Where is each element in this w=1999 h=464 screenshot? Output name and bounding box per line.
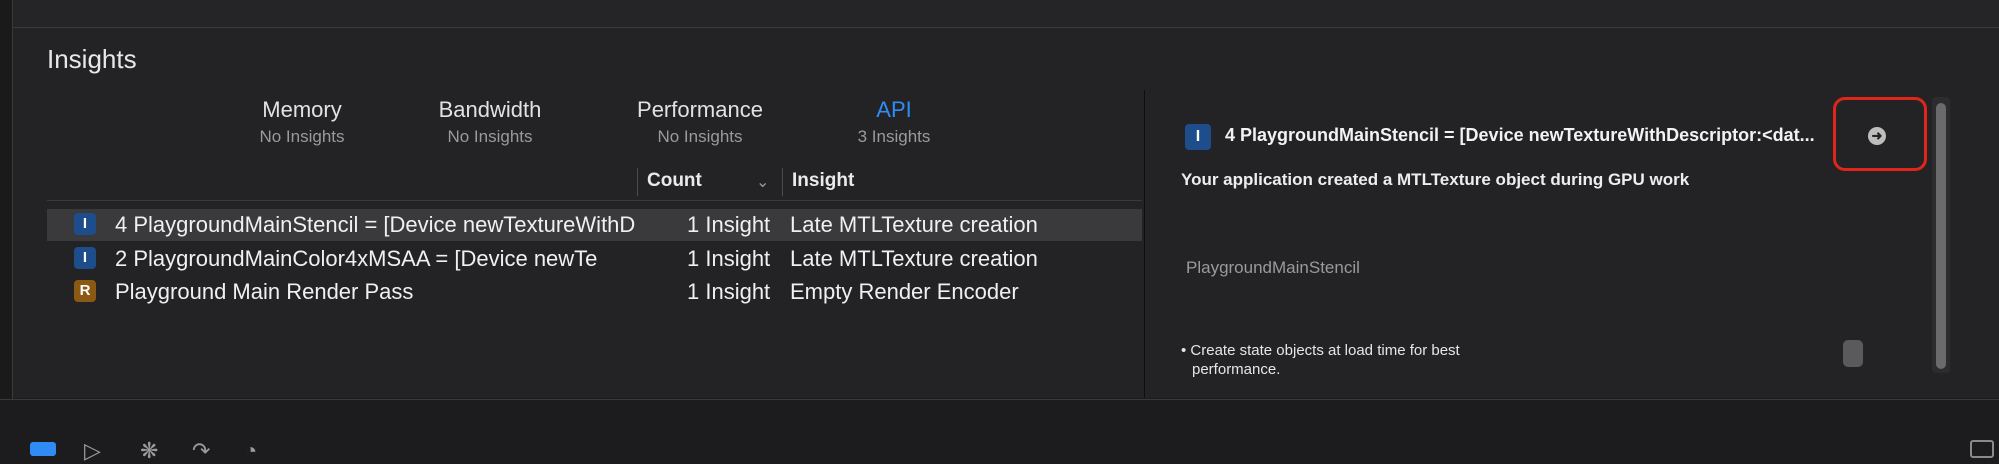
table-row[interactable]: R Playground Main Render Pass 1 Insight … [47, 276, 1142, 308]
column-separator [782, 168, 783, 196]
recommendation-bullet: • Create state objects at load time for … [1181, 341, 1460, 379]
bottom-toolbar [0, 399, 1999, 453]
row-name: 2 PlaygroundMainColor4xMSAA = [Device ne… [115, 246, 598, 271]
column-separator [637, 168, 638, 196]
tab-performance[interactable]: Performance No Insights [610, 97, 790, 147]
detail-title: 4 PlaygroundMainStencil = [Device newTex… [1225, 125, 1815, 145]
row-count: 1 Insight [687, 212, 771, 237]
pane-divider[interactable] [1144, 90, 1145, 398]
table-row[interactable]: I 2 PlaygroundMainColor4xMSAA = [Device … [47, 243, 1142, 275]
tab-bandwidth[interactable]: Bandwidth No Insights [400, 97, 580, 147]
row-insight: Empty Render Encoder [790, 279, 1019, 304]
tab-bandwidth-label: Bandwidth [438, 97, 542, 122]
row-name: 4 PlaygroundMainStencil = [Device newTex… [115, 212, 635, 237]
tab-api-sub: 3 Insights [857, 127, 931, 146]
tab-api-label: API [876, 97, 912, 122]
tab-memory-sub: No Insights [259, 127, 345, 146]
left-edge [0, 0, 13, 400]
detail-object-name[interactable]: PlaygroundMainStencil [1186, 258, 1360, 278]
recommendation-line-1: • Create state objects at load time for … [1181, 342, 1460, 359]
row-count: 1 Insight [687, 279, 771, 304]
toolbar-bug-icon[interactable]: ❋ [140, 438, 158, 464]
toolbar-gauge-icon[interactable]: ◔ [244, 438, 257, 464]
instance-badge-icon: I [74, 247, 96, 269]
chevron-down-icon[interactable]: ⌄ [756, 172, 769, 192]
tab-memory[interactable]: Memory No Insights [212, 97, 392, 147]
render-pass-badge-icon: R [74, 280, 96, 302]
row-name: Playground Main Render Pass [115, 279, 414, 304]
toolbar-play-icon[interactable]: ▷ [84, 438, 101, 464]
table-row[interactable]: I 4 PlaygroundMainStencil = [Device newT… [47, 209, 1142, 241]
tab-memory-label: Memory [262, 97, 342, 122]
tab-performance-sub: No Insights [657, 127, 743, 146]
row-insight: Late MTLTexture creation [790, 212, 1038, 237]
toolbar-active-icon[interactable] [30, 442, 56, 456]
row-insight: Late MTLTexture creation [790, 246, 1038, 271]
tab-api[interactable]: API 3 Insights [804, 97, 984, 147]
detail-description: Your application created a MTLTexture ob… [1181, 170, 1690, 189]
panel-toggle-icon[interactable] [1970, 440, 1994, 458]
tab-performance-label: Performance [637, 97, 763, 122]
count-column-header[interactable]: Count [647, 170, 702, 198]
tab-bandwidth-sub: No Insights [447, 127, 533, 146]
top-strip [0, 0, 1999, 28]
disclosure-toggle[interactable] [1843, 340, 1863, 367]
toolbar-redo-icon[interactable]: ↷ [192, 438, 210, 464]
insight-column-header[interactable]: Insight [792, 170, 854, 198]
instance-badge-icon: I [74, 213, 96, 235]
insights-title: Insights [47, 44, 137, 74]
recommendation-line-2: performance. [1192, 361, 1281, 378]
scroll-thumb[interactable] [1936, 103, 1946, 369]
instance-badge-icon: I [1185, 124, 1211, 150]
header-divider [47, 200, 1142, 201]
highlight-ring [1833, 97, 1927, 171]
row-count: 1 Insight [687, 246, 771, 271]
